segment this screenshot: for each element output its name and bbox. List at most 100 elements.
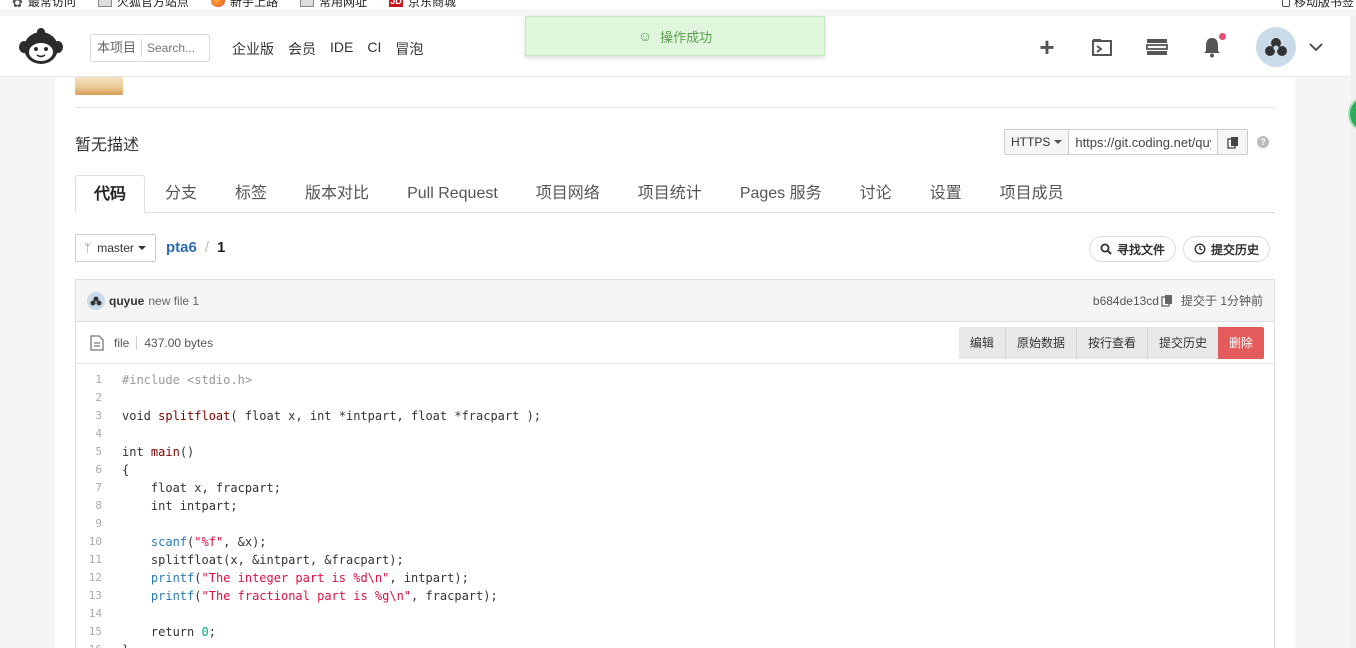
code-text: printf("The fractional part is %g\n", fr… — [150, 589, 498, 603]
chevron-down-icon[interactable] — [1306, 37, 1326, 57]
code-text: scanf("%f", &x); — [150, 535, 267, 549]
bookmarks-bar: ✿ 最常访问 火狐官方站点 新手上路 常用网址 JD 京东商城 移动版书签 — [0, 0, 1356, 10]
commit-hash[interactable]: b684de13cd — [1093, 294, 1159, 308]
tab-branches[interactable]: 分支 — [147, 175, 215, 213]
breadcrumb-file: 1 — [217, 239, 226, 256]
code-text: { — [122, 463, 130, 477]
bookmark-firefox-site[interactable]: 火狐官方站点 — [97, 0, 189, 10]
avatar-icon — [90, 296, 102, 305]
nav-link-bubble[interactable]: 冒泡 — [395, 39, 423, 59]
file-type: file — [114, 335, 138, 350]
user-avatar[interactable] — [1256, 26, 1296, 67]
nav-link-member[interactable]: 会员 — [288, 39, 316, 59]
tab-compare[interactable]: 版本对比 — [287, 175, 387, 213]
file-header: file 437.00 bytes 编辑 原始数据 按行查看 提交历史 删除 — [75, 321, 1275, 364]
bookmark-getting-started[interactable]: 新手上路 — [210, 0, 278, 10]
delete-button[interactable]: 删除 — [1217, 326, 1264, 359]
help-icon[interactable]: ? — [1257, 136, 1269, 148]
tab-code[interactable]: 代码 — [75, 175, 146, 213]
bookmark-common-sites[interactable]: 常用网址 — [299, 0, 367, 10]
tab-network[interactable]: 项目网络 — [518, 175, 618, 213]
clone-url-input[interactable] — [1069, 130, 1218, 154]
breadcrumb: pta6 / 1 — [166, 239, 225, 256]
nav-link-ide[interactable]: IDE — [330, 39, 353, 59]
line-number[interactable]: 13 — [76, 587, 102, 605]
search-box[interactable]: 本项目 — [90, 34, 210, 62]
plus-icon: + — [1039, 31, 1055, 62]
line-number[interactable]: 8 — [76, 497, 102, 515]
blame-button[interactable]: 按行查看 — [1075, 326, 1147, 359]
commit-avatar[interactable] — [87, 291, 105, 310]
code-text: void splitfloat( float x, int *intpart, … — [122, 409, 542, 423]
tab-tags[interactable]: 标签 — [217, 175, 285, 213]
commit-author[interactable]: quyue — [109, 294, 144, 308]
line-number[interactable]: 15 — [76, 623, 102, 641]
coding-monkey-logo-icon[interactable] — [18, 26, 64, 66]
code-viewer: 1 #include <stdio.h> 2 3 void splitfloat( fl… — [75, 364, 1275, 648]
firefox-icon — [210, 0, 225, 7]
line-number[interactable]: 3 — [76, 407, 102, 425]
line-number[interactable]: 16 — [76, 641, 102, 648]
code-line: 16} — [76, 641, 1274, 648]
tab-pages[interactable]: Pages 服务 — [722, 175, 840, 213]
commit-message[interactable]: new file 1 — [148, 294, 199, 308]
projects-button[interactable] — [1146, 36, 1168, 58]
code-line: 6{ — [76, 461, 1274, 479]
code-line: 2 — [76, 389, 1274, 407]
search-icon — [1100, 243, 1112, 255]
find-file-button[interactable]: 寻找文件 — [1089, 236, 1177, 262]
history-button[interactable]: 提交历史 — [1183, 236, 1271, 262]
project-description: 暂无描述 — [75, 137, 140, 154]
tab-settings[interactable]: 设置 — [912, 175, 980, 213]
clone-protocol-select[interactable]: HTTPS — [1005, 130, 1070, 154]
line-number[interactable]: 5 — [76, 443, 102, 461]
smile-icon: ☺ — [637, 28, 653, 44]
line-number[interactable]: 1 — [76, 371, 102, 389]
code-line: 12 printf("The integer part is %d\n", in… — [76, 569, 1274, 587]
branch-selector[interactable]: ᛘ master — [75, 234, 156, 262]
code-line: 1 #include <stdio.h> — [76, 371, 1274, 389]
nav-link-ci[interactable]: CI — [367, 39, 381, 59]
line-number[interactable]: 10 — [76, 533, 102, 551]
terminal-button[interactable] — [1091, 36, 1113, 58]
line-number[interactable]: 6 — [76, 461, 102, 479]
gear-icon: ✿ — [12, 0, 23, 10]
bookmark-most-visited[interactable]: ✿ 最常访问 — [12, 0, 76, 10]
search-input[interactable] — [147, 41, 209, 55]
code-line: 8 int intpart; — [76, 497, 1274, 515]
edit-button[interactable]: 编辑 — [958, 326, 1005, 359]
file-actions: 编辑 原始数据 按行查看 提交历史 删除 — [958, 326, 1264, 359]
bookmark-mobile[interactable]: 移动版书签 — [1281, 0, 1354, 10]
nav-link-enterprise[interactable]: 企业版 — [232, 39, 274, 59]
code-text: int main() — [122, 445, 195, 459]
copy-url-button[interactable] — [1217, 130, 1248, 154]
raw-button[interactable]: 原始数据 — [1004, 326, 1076, 359]
code-line: 7 float x, fracpart; — [76, 479, 1274, 497]
search-scope[interactable]: 本项目 — [91, 39, 142, 57]
tab-members[interactable]: 项目成员 — [982, 175, 1082, 213]
folder-icon — [299, 0, 314, 7]
notifications-button[interactable] — [1201, 32, 1226, 58]
breadcrumb-repo[interactable]: pta6 — [166, 239, 197, 256]
code-text: int intpart; — [122, 499, 238, 513]
commit-time: 提交于 1分钟前 — [1180, 294, 1263, 308]
line-number[interactable]: 11 — [76, 551, 102, 569]
bookmark-jd[interactable]: JD 京东商城 — [388, 0, 456, 10]
avatar-icon — [1265, 37, 1287, 56]
line-number[interactable]: 12 — [76, 569, 102, 587]
code-line: 11 splitfloat(x, &intpart, &fracpart); — [76, 551, 1274, 569]
tab-discussion[interactable]: 讨论 — [842, 175, 910, 213]
divider — [75, 107, 1275, 108]
code-line: 10 scanf("%f", &x); — [76, 533, 1274, 551]
file-history-button[interactable]: 提交历史 — [1146, 326, 1218, 359]
line-number[interactable]: 7 — [76, 479, 102, 497]
line-number[interactable]: 2 — [76, 389, 102, 407]
line-number[interactable]: 9 — [76, 515, 102, 533]
line-number[interactable]: 14 — [76, 605, 102, 623]
copy-icon[interactable] — [1161, 294, 1173, 307]
create-button[interactable]: + — [1036, 31, 1058, 62]
line-number[interactable]: 4 — [76, 425, 102, 443]
tab-pull-request[interactable]: Pull Request — [389, 175, 516, 213]
tab-stats[interactable]: 项目统计 — [620, 175, 720, 213]
code-line: 15 return 0; — [76, 623, 1274, 641]
